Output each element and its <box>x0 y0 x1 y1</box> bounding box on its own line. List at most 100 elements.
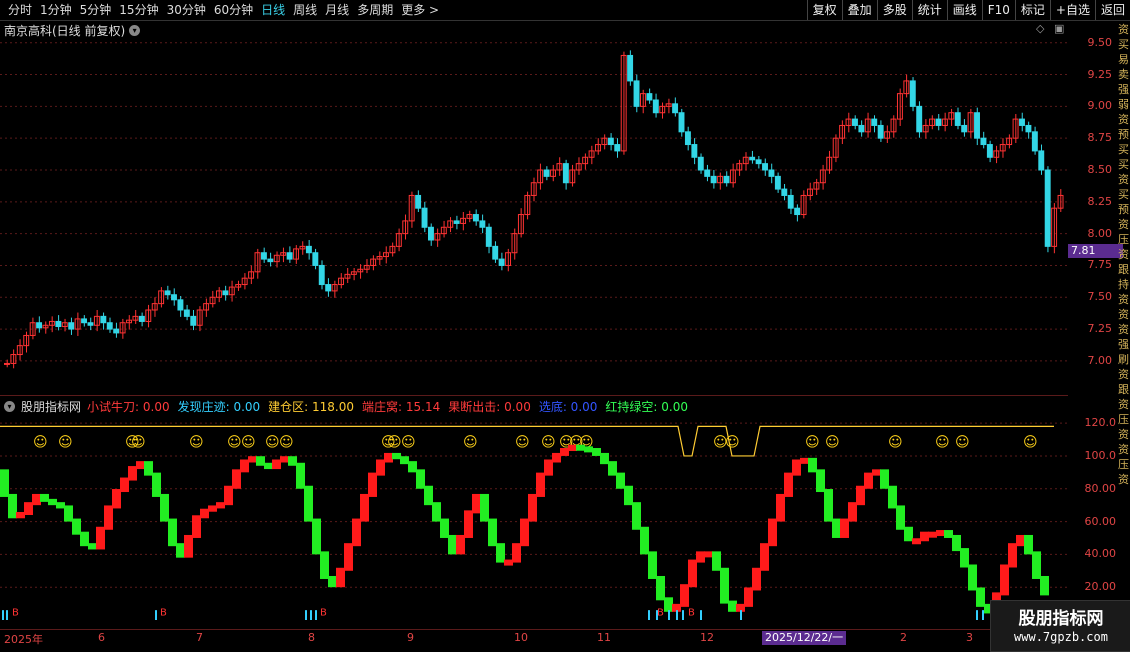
oscillator-step <box>376 459 385 476</box>
oscillator-step <box>296 462 305 489</box>
osc-tick: 60.00 <box>1084 514 1117 528</box>
toolbar-button[interactable]: 画线 <box>946 0 982 20</box>
candle <box>177 299 184 311</box>
period-tab[interactable]: 多周期 <box>353 0 397 20</box>
oscillator-step <box>392 452 401 460</box>
watermark: 股朋指标网 www.7gpzb.com <box>990 600 1130 652</box>
candle <box>543 169 550 177</box>
period-tab[interactable]: 日线 <box>257 0 289 20</box>
oscillator-step <box>800 457 809 464</box>
oscillator-step <box>632 502 641 530</box>
osc-tick: 100.0 <box>1084 448 1117 462</box>
toolbar-button[interactable]: 多股 <box>876 0 912 20</box>
toolbar-button[interactable]: 统计 <box>911 0 947 20</box>
candle <box>87 322 94 326</box>
oscillator-step <box>264 462 273 470</box>
smiley-icon: ☺ <box>805 434 820 450</box>
candle <box>138 315 145 322</box>
candle <box>877 124 884 139</box>
period-tab[interactable]: 周线 <box>289 0 321 20</box>
smiley-icon: ☺ <box>227 434 242 450</box>
oscillator-step <box>816 469 825 493</box>
candle <box>614 144 621 152</box>
smiley-icon: ☺ <box>463 434 478 450</box>
oscillator-step <box>72 518 81 535</box>
price-tick: 8.50 <box>1087 163 1113 176</box>
smiley-icon: ☺ <box>279 434 294 450</box>
oscillator-step <box>504 559 513 566</box>
watermark-url: www.7gpzb.com <box>1014 630 1108 644</box>
candle <box>704 169 711 177</box>
oscillator-step <box>160 493 169 522</box>
toolbar-button[interactable]: +自选 <box>1049 0 1095 20</box>
oscillator-step <box>648 551 657 579</box>
period-tab[interactable]: 60分钟 <box>210 0 257 20</box>
oscillator-step <box>144 461 153 476</box>
oscillator-step <box>680 584 689 607</box>
candle <box>646 93 653 101</box>
period-tab[interactable]: 月线 <box>321 0 353 20</box>
candle <box>164 290 171 296</box>
period-tab[interactable]: 15分钟 <box>115 0 162 20</box>
signal-marker: B <box>320 608 327 619</box>
smiley-icon: ☺ <box>1023 434 1038 450</box>
toolbar-button[interactable]: 返回 <box>1094 0 1130 20</box>
candle <box>312 252 319 266</box>
candle <box>781 188 788 196</box>
oscillator-step <box>1024 534 1033 555</box>
oscillator-step <box>176 543 185 558</box>
price-tick: 8.00 <box>1087 226 1113 240</box>
smiley-icon: ☺ <box>955 434 970 450</box>
candle <box>68 322 75 330</box>
toolbar-button[interactable]: 标记 <box>1014 0 1050 20</box>
oscillator-step <box>88 543 97 550</box>
period-tab[interactable]: 分时 <box>4 0 36 20</box>
oscillator-step <box>1032 551 1041 579</box>
candle <box>1044 169 1051 247</box>
period-tab[interactable]: 更多 > <box>397 0 443 20</box>
oscillator-step <box>248 456 257 463</box>
oscillator-step <box>904 526 913 542</box>
oscillator-step <box>488 518 497 547</box>
candle <box>183 309 190 317</box>
candle <box>697 156 704 171</box>
oscillator-step <box>768 518 777 547</box>
oscillator-step <box>216 502 225 509</box>
oscillator-step <box>928 531 937 538</box>
period-tab[interactable]: 1分钟 <box>36 0 76 20</box>
toolbar-button[interactable]: 复权 <box>806 0 842 20</box>
oscillator-step <box>128 466 137 481</box>
signal-bar <box>310 610 312 620</box>
oscillator-step <box>752 567 761 591</box>
signal-bar <box>700 610 702 620</box>
candlestick-chart[interactable] <box>0 30 1068 380</box>
smiley-icon: ☺ <box>33 434 48 450</box>
candle <box>325 284 332 292</box>
oscillator-step <box>760 543 769 571</box>
oscillator-step <box>272 459 281 470</box>
signal-marker: B <box>657 608 664 619</box>
current-price-badge: 7.81 <box>1068 244 1123 258</box>
candle <box>106 322 113 330</box>
oscillator-step <box>120 477 129 493</box>
toolbar-button[interactable]: 叠加 <box>841 0 877 20</box>
toolbar-button[interactable]: F10 <box>981 0 1015 20</box>
oscillator-step <box>592 448 601 456</box>
period-tab[interactable]: 5分钟 <box>76 0 116 20</box>
oscillator-step <box>184 534 193 558</box>
period-tab[interactable]: 30分钟 <box>163 0 210 20</box>
price-tick: 7.50 <box>1087 290 1113 304</box>
candle <box>974 112 980 139</box>
candle <box>627 54 634 82</box>
oscillator-step <box>952 534 961 552</box>
period-tabs: 分时 1分钟 5分钟 15分钟 30分钟 60分钟 日线 周线 月线 多周期 更多 > <box>0 0 443 20</box>
smiley-icon: ☺ <box>825 434 840 450</box>
oscillator-step <box>616 472 625 489</box>
signal-marker: B <box>160 608 167 619</box>
candle <box>1025 124 1032 133</box>
candle <box>755 159 762 165</box>
oscillator-chart[interactable]: ☺ ☺ ☺☺ ☺ ☺ ☺ ☺ ☺ ☺☺ ☺ ☺ ☺ ☺ ☺☺☺ ☺☺ ☺ ☺ ☺ ☺ ☺ ☺B B B B B <box>0 410 1068 630</box>
oscillator-step <box>312 518 321 555</box>
date-tick: 8 <box>308 631 315 644</box>
oscillator-step <box>432 502 441 522</box>
